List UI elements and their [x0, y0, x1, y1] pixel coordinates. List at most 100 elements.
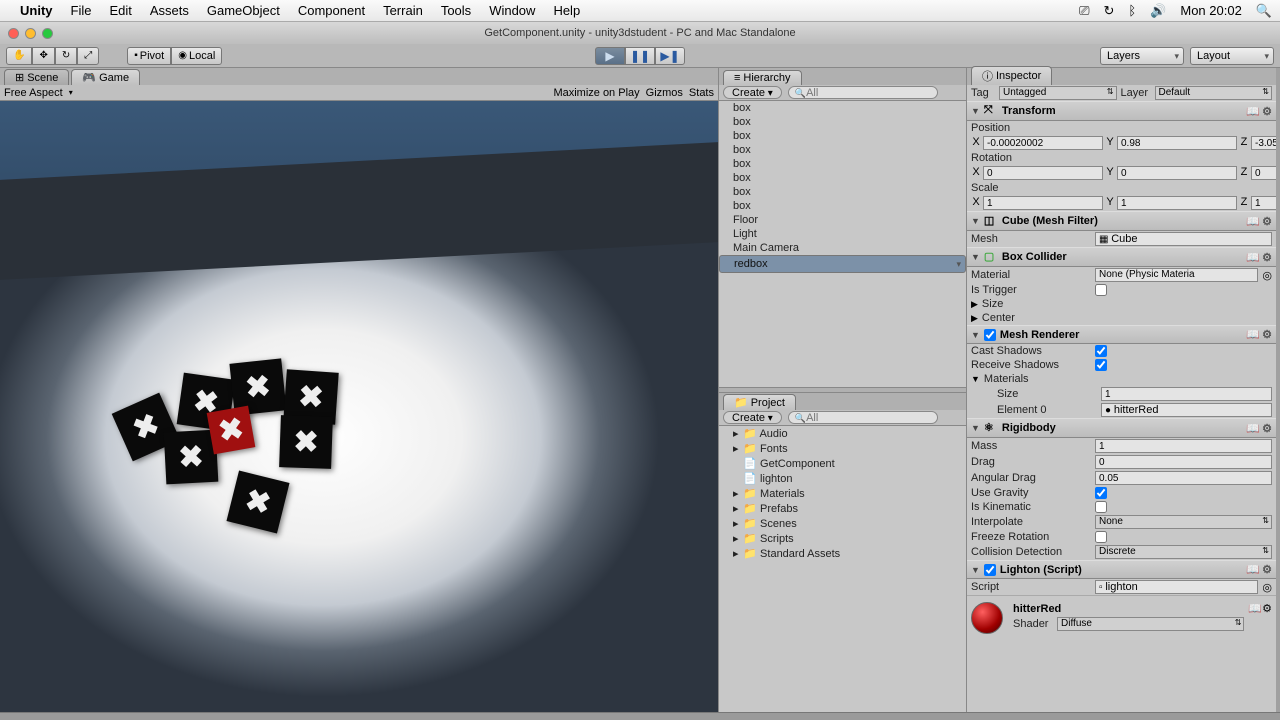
cast-shadows-checkbox[interactable]	[1095, 345, 1107, 357]
hierarchy-list[interactable]: boxboxboxboxboxboxboxboxFloorLightMain C…	[719, 101, 966, 387]
component-meshfilter-header[interactable]: ▼◫ Cube (Mesh Filter) 📖⚙	[967, 211, 1276, 231]
hierarchy-item-box[interactable]: box	[719, 199, 966, 213]
zoom-window-button[interactable]	[42, 28, 53, 39]
component-lighton-header[interactable]: ▼ Lighton (Script) 📖⚙	[967, 560, 1276, 579]
collision-detection-dropdown[interactable]: Discrete	[1095, 545, 1272, 559]
is-kinematic-checkbox[interactable]	[1095, 501, 1107, 513]
menu-tools[interactable]: Tools	[441, 3, 471, 18]
scl-z-input[interactable]	[1251, 196, 1276, 210]
component-help-icon[interactable]: 📖	[1246, 215, 1260, 228]
hierarchy-item-box[interactable]: box	[719, 101, 966, 115]
layer-dropdown[interactable]: Default	[1155, 86, 1273, 100]
stats-toggle[interactable]: Stats	[689, 87, 714, 99]
project-item-scripts[interactable]: ▸📁 Scripts	[719, 531, 966, 546]
rot-z-input[interactable]	[1251, 166, 1276, 180]
collider-material-field[interactable]: None (Physic Materia	[1095, 268, 1258, 282]
project-create[interactable]: Create ▾	[723, 411, 782, 424]
play-button[interactable]: ▶	[595, 47, 625, 65]
pos-x-input[interactable]	[983, 136, 1103, 150]
hierarchy-create[interactable]: Create ▾	[723, 86, 782, 99]
tab-scene[interactable]: ⊞ Scene	[4, 69, 69, 85]
hierarchy-item-box[interactable]: box	[719, 171, 966, 185]
minimize-window-button[interactable]	[25, 28, 36, 39]
meshrenderer-enable[interactable]	[984, 329, 996, 341]
hierarchy-search[interactable]: 🔍All	[788, 86, 938, 99]
tab-project[interactable]: 📁 Project	[723, 394, 796, 410]
timemachine-icon[interactable]: ↻	[1103, 3, 1114, 19]
component-gear-icon[interactable]: ⚙	[1262, 328, 1272, 341]
component-help-icon[interactable]: 📖	[1246, 563, 1260, 576]
scl-y-input[interactable]	[1117, 196, 1237, 210]
hierarchy-item-box[interactable]: box	[719, 185, 966, 199]
menu-file[interactable]: File	[71, 3, 92, 18]
step-button[interactable]: ▶❚	[655, 47, 685, 65]
component-transform-header[interactable]: ▼⤧ Transform 📖⚙	[967, 101, 1276, 121]
menu-edit[interactable]: Edit	[109, 3, 131, 18]
mass-input[interactable]	[1095, 439, 1272, 453]
component-meshrenderer-header[interactable]: ▼ Mesh Renderer 📖⚙	[967, 325, 1276, 344]
component-gear-icon[interactable]: ⚙	[1262, 251, 1272, 264]
menu-assets[interactable]: Assets	[150, 3, 189, 18]
menu-terrain[interactable]: Terrain	[383, 3, 423, 18]
hierarchy-item-redbox[interactable]: redbox	[719, 255, 966, 273]
hierarchy-item-box[interactable]: box	[719, 129, 966, 143]
istrigger-checkbox[interactable]	[1095, 284, 1107, 296]
pause-button[interactable]: ❚❚	[625, 47, 655, 65]
component-gear-icon[interactable]: ⚙	[1262, 563, 1272, 576]
game-view[interactable]: ✖ ✖ ✖ ✖ ✖ ✖ ✖ ✖	[0, 101, 718, 712]
spotlight-icon[interactable]: 🔍	[1256, 3, 1272, 19]
component-help-icon[interactable]: 📖	[1246, 105, 1260, 118]
project-item-getcomponent[interactable]: 📄 GetComponent	[719, 456, 966, 471]
component-help-icon[interactable]: 📖	[1246, 422, 1260, 435]
bluetooth-icon[interactable]: ᛒ	[1128, 3, 1136, 18]
pos-y-input[interactable]	[1117, 136, 1237, 150]
scale-tool[interactable]: ⤢	[77, 47, 99, 65]
scl-x-input[interactable]	[983, 196, 1103, 210]
project-item-prefabs[interactable]: ▸📁 Prefabs	[719, 501, 966, 516]
local-toggle[interactable]: ◉ Local	[171, 47, 222, 65]
menu-gameobject[interactable]: GameObject	[207, 3, 280, 18]
shader-dropdown[interactable]: Diffuse	[1057, 617, 1244, 631]
tab-inspector[interactable]: ⓘ Inspector	[971, 66, 1052, 85]
pivot-toggle[interactable]: ▪ Pivot	[127, 47, 171, 65]
component-gear-icon[interactable]: ⚙	[1262, 422, 1272, 435]
screen-icon[interactable]: ⎚	[1079, 3, 1089, 19]
hierarchy-item-main-camera[interactable]: Main Camera	[719, 241, 966, 255]
materials-elem0-field[interactable]: ● hitterRed	[1101, 403, 1272, 417]
tab-hierarchy[interactable]: ≡ Hierarchy	[723, 70, 802, 85]
move-tool[interactable]: ✥	[32, 47, 54, 65]
rot-y-input[interactable]	[1117, 166, 1237, 180]
hierarchy-item-floor[interactable]: Floor	[719, 213, 966, 227]
project-item-standard-assets[interactable]: ▸📁 Standard Assets	[719, 546, 966, 561]
use-gravity-checkbox[interactable]	[1095, 487, 1107, 499]
drag-input[interactable]	[1095, 455, 1272, 469]
collider-size-label[interactable]: Size	[982, 298, 1003, 310]
script-field[interactable]: ▫ lighton	[1095, 580, 1258, 594]
rot-x-input[interactable]	[983, 166, 1103, 180]
volume-icon[interactable]: 🔊	[1150, 3, 1166, 19]
collider-center-label[interactable]: Center	[982, 312, 1015, 324]
component-help-icon[interactable]: 📖	[1248, 603, 1262, 615]
component-gear-icon[interactable]: ⚙	[1262, 603, 1272, 615]
gizmos-toggle[interactable]: Gizmos	[646, 87, 683, 99]
project-item-lighton[interactable]: 📄 lighton	[719, 471, 966, 486]
component-gear-icon[interactable]: ⚙	[1262, 105, 1272, 118]
lighton-enable[interactable]	[984, 564, 996, 576]
materials-label[interactable]: Materials	[984, 373, 1029, 385]
project-item-fonts[interactable]: ▸📁 Fonts	[719, 441, 966, 456]
rotate-tool[interactable]: ↻	[55, 47, 77, 65]
tab-game[interactable]: 🎮 Game	[71, 69, 140, 85]
pos-z-input[interactable]	[1251, 136, 1276, 150]
layout-dropdown[interactable]: Layout	[1190, 47, 1274, 65]
component-help-icon[interactable]: 📖	[1246, 328, 1260, 341]
hand-tool[interactable]: ✋	[6, 47, 32, 65]
mesh-field[interactable]: ▦ Cube	[1095, 232, 1272, 246]
project-search[interactable]: 🔍All	[788, 411, 938, 424]
hierarchy-item-box[interactable]: box	[719, 157, 966, 171]
component-rigidbody-header[interactable]: ▼⚛ Rigidbody 📖⚙	[967, 418, 1276, 438]
hierarchy-item-light[interactable]: Light	[719, 227, 966, 241]
clock[interactable]: Mon 20:02	[1180, 3, 1241, 18]
component-gear-icon[interactable]: ⚙	[1262, 215, 1272, 228]
project-item-scenes[interactable]: ▸📁 Scenes	[719, 516, 966, 531]
menu-component[interactable]: Component	[298, 3, 365, 18]
